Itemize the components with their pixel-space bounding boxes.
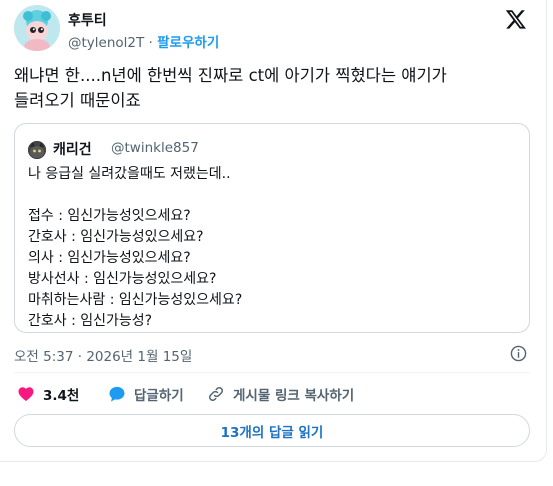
- tweet-line: 들려오기 때문이죠: [14, 91, 141, 110]
- tweet-line: 왜냐면 한....n년에 한번씩 진짜로 ct에 아기가 찍혔다는 얘기가: [14, 66, 447, 85]
- author-avatar[interactable]: [14, 5, 60, 51]
- quoted-line: 간호사 : 임신가능성?: [28, 313, 153, 329]
- quoted-author-handle: @twinkle857: [111, 140, 199, 156]
- read-replies-button[interactable]: 13개의 답글 읽기: [14, 414, 530, 447]
- quoted-line: 의사 : 임신가능성있으세요?: [28, 250, 191, 266]
- like-count: 3.4천: [43, 388, 80, 404]
- reply-label: 답글하기: [134, 388, 184, 404]
- quoted-line: 간호사 : 임신가능성있으세요?: [28, 229, 204, 245]
- reply-button[interactable]: 답글하기: [108, 384, 184, 404]
- quoted-line: 접수 : 임신가능성잇으세요?: [28, 208, 191, 224]
- link-icon: [208, 386, 224, 402]
- x-logo-icon[interactable]: [505, 8, 527, 30]
- quoted-author-avatar: [28, 141, 46, 159]
- quoted-author-name: 캐리건: [53, 142, 92, 158]
- tweet-text: 왜냐면 한....n년에 한번씩 진짜로 ct에 아기가 찍혔다는 얘기가 들려…: [14, 63, 534, 113]
- follow-button[interactable]: 팔로우하기: [157, 35, 219, 51]
- author-handle[interactable]: @tylenol2T: [68, 35, 144, 51]
- quoted-tweet[interactable]: 캐리건 @twinkle857 나 응급실 실려갔을때도 저랬는데.. 접수 :…: [14, 123, 530, 333]
- tweet-card: 후투티 @tylenol2T · 팔로우하기 왜냐면 한....n년에 한번씩 …: [0, 0, 547, 462]
- quoted-line: 나 응급실 실려갔을때도 저랬는데..: [28, 166, 231, 182]
- quoted-line: 방사선사 : 임신가능성있으세요?: [28, 271, 217, 287]
- author-handle-row: @tylenol2T · 팔로우하기: [68, 31, 219, 51]
- quoted-tweet-text: 나 응급실 실려갔을때도 저랬는데.. 접수 : 임신가능성잇으세요? 간호사 …: [28, 164, 242, 332]
- copy-link-label: 게시물 링크 복사하기: [233, 388, 355, 404]
- reply-bubble-icon: [109, 386, 125, 402]
- quoted-line: [28, 185, 242, 206]
- like-button[interactable]: 3.4천: [17, 384, 79, 404]
- heart-icon: [18, 387, 34, 401]
- divider: [14, 372, 530, 373]
- copy-link-button[interactable]: 게시물 링크 복사하기: [207, 384, 354, 404]
- quoted-line: 마취하는사람 : 임신가능성있으세요?: [28, 292, 243, 308]
- author-name[interactable]: 후투티: [68, 10, 107, 30]
- separator-dot: ·: [148, 35, 153, 51]
- post-timestamp[interactable]: 오전 5:37 · 2026년 1월 15일: [14, 345, 192, 365]
- info-icon[interactable]: [510, 345, 527, 362]
